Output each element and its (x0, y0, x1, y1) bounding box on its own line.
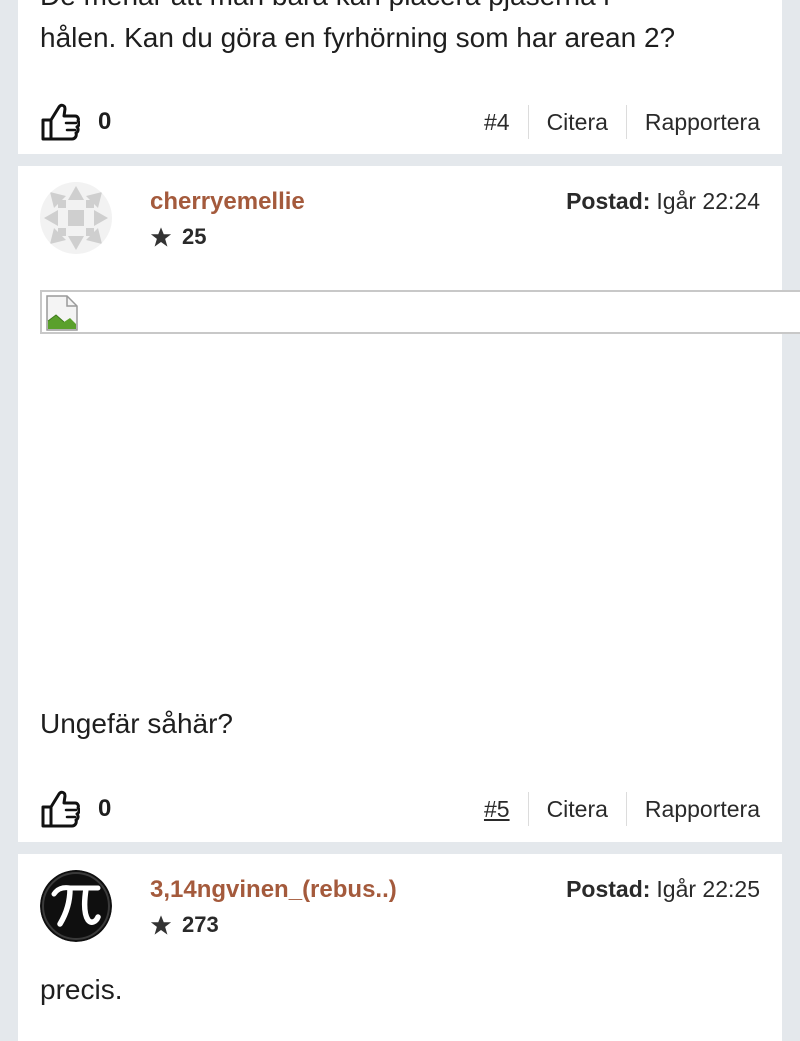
quote-link[interactable]: Citera (529, 792, 626, 826)
like-count: 0 (98, 108, 112, 135)
post-timestamp: Postad: Igår 22:25 (566, 876, 760, 903)
posted-label: Postad: (566, 876, 651, 902)
post-text: hålen. Kan du göra en fyrhörning som har… (40, 22, 676, 53)
rank-value: 25 (182, 224, 207, 249)
star-icon (150, 227, 172, 247)
post-card-6: 3,14ngvinen_(rebus..) 273 Postad: Igår 22… (18, 854, 782, 1041)
like-count: 0 (98, 795, 112, 822)
report-link[interactable]: Rapportera (627, 105, 760, 139)
posted-time: Igår 22:25 (656, 876, 760, 902)
post-number-link[interactable]: #5 (484, 792, 528, 826)
avatar[interactable] (40, 870, 112, 942)
avatar[interactable] (40, 182, 112, 254)
post-text: Ungefär såhär? (40, 708, 234, 739)
thumbs-up-icon[interactable] (40, 102, 80, 142)
quote-link[interactable]: Citera (529, 105, 626, 139)
post-number-link[interactable]: #4 (484, 105, 528, 139)
post-card-4: De menar att man bara kan placera pjäser… (18, 0, 782, 154)
report-link[interactable]: Rapportera (627, 792, 760, 826)
post-header: cherryemellie 25 Postad: Igår 22:24 (40, 182, 760, 262)
post-footer: 0 #5 Citera Rapportera (40, 789, 760, 829)
pi-avatar-icon (40, 870, 112, 942)
embedded-image[interactable] (40, 290, 800, 334)
post-text-cut: De menar att man bara kan placera pjäser… (40, 0, 610, 16)
post-actions: #4 Citera Rapportera (484, 105, 760, 139)
post-timestamp: Postad: Igår 22:24 (566, 188, 760, 215)
thumbs-up-icon[interactable] (40, 789, 80, 829)
posted-label: Postad: (566, 188, 651, 214)
user-rank: 25 (150, 224, 206, 250)
post-actions: #5 Citera Rapportera (484, 792, 760, 826)
posted-time: Igår 22:24 (656, 188, 760, 214)
star-icon (150, 915, 172, 935)
broken-image-icon (46, 295, 78, 331)
post-header: 3,14ngvinen_(rebus..) 273 Postad: Igår 22… (40, 870, 760, 950)
user-avatar-image (40, 182, 112, 254)
post-text: precis. (40, 974, 123, 1005)
username[interactable]: 3,14ngvinen_(rebus..) (150, 876, 397, 904)
post-footer: 0 #4 Citera Rapportera (40, 102, 760, 142)
post-card-5: cherryemellie 25 Postad: Igår 22:24 Ungef… (18, 166, 800, 842)
username[interactable]: cherryemellie (150, 188, 305, 216)
user-rank: 273 (150, 912, 219, 938)
rank-value: 273 (182, 912, 219, 937)
